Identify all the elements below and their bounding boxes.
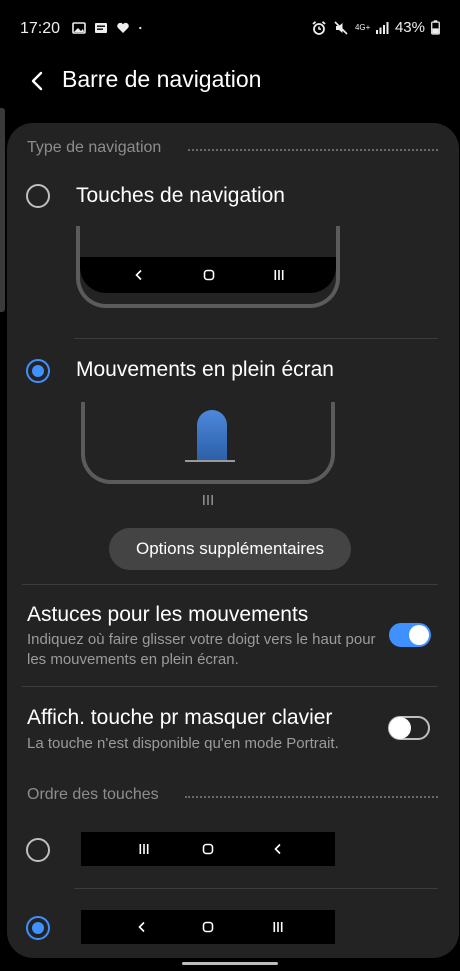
message-icon bbox=[95, 23, 107, 33]
edge-panel-handle[interactable] bbox=[0, 108, 5, 312]
back-icon bbox=[135, 269, 142, 281]
recents-icon bbox=[139, 844, 149, 854]
app-header: Barre de navigation bbox=[0, 58, 460, 106]
section-header-button-order: Ordre des touches bbox=[27, 786, 159, 804]
notification-icons bbox=[72, 21, 146, 35]
home-icon bbox=[202, 921, 214, 933]
divider bbox=[22, 686, 438, 687]
home-key bbox=[193, 909, 223, 945]
divider bbox=[74, 338, 438, 339]
gesture-hint-line bbox=[185, 460, 235, 462]
toggle-knob bbox=[409, 625, 429, 645]
recents-icon bbox=[273, 922, 283, 932]
section-title: Type de navigation bbox=[27, 139, 162, 156]
radio-order-recents-home-back[interactable] bbox=[26, 838, 50, 862]
setting-title: Affich. touche pr masquer clavier bbox=[27, 706, 333, 729]
navigation-buttons-preview[interactable] bbox=[76, 226, 340, 308]
recents-key bbox=[264, 257, 294, 293]
radio-full-screen-gestures[interactable] bbox=[26, 359, 50, 383]
section-header-navigation-type: Type de navigation bbox=[27, 139, 161, 157]
back-key bbox=[124, 257, 154, 293]
back-icon bbox=[274, 843, 281, 855]
toggle-knob bbox=[389, 717, 411, 739]
home-key bbox=[193, 831, 223, 867]
option-label: Touches de navigation bbox=[76, 184, 285, 207]
signal-icon bbox=[375, 21, 389, 34]
order-preview-bar bbox=[81, 910, 335, 944]
back-icon bbox=[138, 921, 145, 933]
back-key bbox=[263, 831, 293, 867]
network-4g-icon: 4G+ bbox=[354, 22, 371, 32]
nav-bar-preview bbox=[80, 257, 336, 293]
more-options-button[interactable]: Options supplémentaires bbox=[109, 528, 351, 570]
recents-key bbox=[129, 831, 159, 867]
back-button[interactable] bbox=[22, 66, 52, 96]
system-icons: 4G+ 43% bbox=[311, 19, 440, 36]
back-key bbox=[127, 909, 157, 945]
dotted-line bbox=[188, 149, 438, 151]
chevron-left-icon bbox=[31, 71, 43, 91]
hide-keyboard-toggle[interactable] bbox=[388, 716, 430, 740]
radio-order-back-home-recents[interactable] bbox=[26, 916, 50, 940]
battery-percent: 43% bbox=[394, 19, 425, 36]
mute-icon bbox=[334, 20, 348, 35]
status-bar: 17:20 4G+ 43% bbox=[0, 0, 460, 58]
section-title: Ordre des touches bbox=[27, 786, 159, 803]
alarm-icon bbox=[312, 20, 326, 35]
home-indicator[interactable] bbox=[182, 962, 278, 965]
divider bbox=[22, 584, 438, 585]
dot-icon bbox=[139, 26, 142, 30]
setting-description: La touche n'est disponible qu'en mode Po… bbox=[27, 735, 339, 752]
radio-navigation-buttons[interactable] bbox=[26, 184, 50, 208]
dotted-line bbox=[185, 796, 438, 798]
battery-icon bbox=[431, 20, 440, 35]
setting-title: Astuces pour les mouvements bbox=[27, 603, 309, 626]
status-time: 17:20 bbox=[20, 20, 61, 37]
heart-icon bbox=[117, 22, 129, 33]
gesture-swipe-indicator bbox=[197, 410, 227, 462]
settings-card: Type de navigation Touches de navigation bbox=[7, 123, 459, 958]
recents-key bbox=[263, 909, 293, 945]
setting-description: Indiquez où faire glisser votre doigt ve… bbox=[27, 631, 376, 668]
home-icon bbox=[203, 269, 215, 281]
divider bbox=[74, 888, 438, 889]
recents-icon bbox=[274, 270, 284, 280]
order-preview-bar bbox=[81, 832, 335, 866]
option-label: Mouvements en plein écran bbox=[76, 358, 334, 381]
image-icon bbox=[72, 22, 86, 34]
gesture-preview[interactable] bbox=[81, 402, 335, 484]
recents-icon bbox=[203, 495, 213, 505]
page-title: Barre de navigation bbox=[62, 66, 262, 92]
home-key bbox=[194, 257, 224, 293]
gesture-hints-toggle[interactable] bbox=[389, 623, 431, 647]
home-icon bbox=[202, 843, 214, 855]
